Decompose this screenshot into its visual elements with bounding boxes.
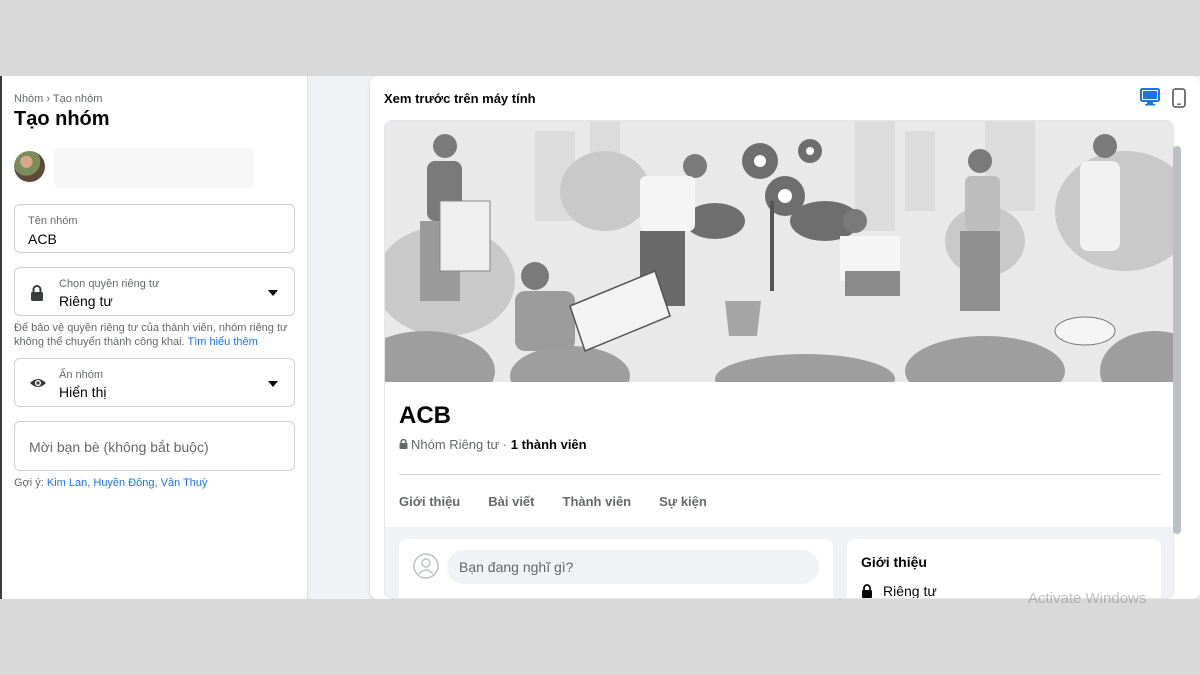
breadcrumb[interactable]: Nhóm › Tạo nhóm xyxy=(14,93,102,105)
group-name-value[interactable]: ACB xyxy=(28,231,57,247)
group-header: ACB Nhóm Riêng tư · 1 thành viên Giới th… xyxy=(385,382,1173,527)
scrollbar[interactable] xyxy=(1173,146,1181,534)
create-group-sidebar: Nhóm › Tạo nhóm Tạo nhóm Tên nhóm ACB Ch… xyxy=(2,76,308,599)
group-name-label: Tên nhóm xyxy=(28,215,78,227)
dropdown-caret-icon xyxy=(268,381,278,387)
suggestion-link[interactable]: Huyền Đông xyxy=(93,477,154,489)
desktop-preview-icon[interactable] xyxy=(1140,88,1160,111)
privacy-label: Chọn quyền riêng tư xyxy=(59,278,160,290)
invite-friends-input[interactable]: Mời bạn bè (không bắt buộc) xyxy=(14,421,295,471)
privacy-value: Riêng tư xyxy=(59,293,113,309)
member-count: 1 thành viên xyxy=(510,437,587,452)
composer-input[interactable]: Bạn đang nghĩ gì? xyxy=(447,550,819,584)
preview-title: Xem trước trên máy tính xyxy=(384,91,536,106)
eye-icon xyxy=(29,374,47,397)
activation-watermark: Activate Windows xyxy=(1028,590,1147,607)
group-privacy: Nhóm Riêng tư xyxy=(411,437,500,452)
avatar xyxy=(14,151,45,182)
suggestion-prefix: Gợi ý: xyxy=(14,477,44,489)
admin-name-placeholder xyxy=(54,148,254,188)
friend-suggestions: Gợi ý: Kim Lan, Huyền Đông, Vân Thuỳ xyxy=(14,477,208,489)
tab-events[interactable]: Sự kiện xyxy=(659,494,707,509)
group-meta: Nhóm Riêng tư · 1 thành viên xyxy=(399,437,587,452)
visibility-label: Ẩn nhóm xyxy=(59,369,104,381)
user-icon xyxy=(413,553,439,584)
tab-posts[interactable]: Bài viết xyxy=(488,494,534,509)
visibility-value: Hiển thị xyxy=(59,384,107,400)
about-privacy-text: Riêng tư xyxy=(883,583,937,599)
about-privacy: Riêng tư xyxy=(861,583,937,599)
preview-panel: Xem trước trên máy tính ACB Nhóm Riêng t… xyxy=(370,76,1200,599)
suggestion-link[interactable]: Vân Thuỳ xyxy=(161,477,208,489)
mobile-preview-icon[interactable] xyxy=(1172,88,1186,113)
group-tabs: Giới thiệu Bài viết Thành viên Sự kiện xyxy=(399,494,707,509)
cover-illustration xyxy=(385,121,1173,382)
learn-more-link[interactable]: Tìm hiểu thêm xyxy=(188,336,258,348)
group-name: ACB xyxy=(399,402,451,429)
lock-icon xyxy=(29,284,45,307)
suggestion-link[interactable]: Kim Lan xyxy=(47,477,87,489)
visibility-select[interactable]: Ẩn nhóm Hiển thị xyxy=(14,358,295,407)
app-screen: Nhóm › Tạo nhóm Tạo nhóm Tên nhóm ACB Ch… xyxy=(0,76,1200,599)
page-title: Tạo nhóm xyxy=(14,108,110,130)
invite-placeholder: Mời bạn bè (không bắt buộc) xyxy=(29,439,209,455)
lock-icon xyxy=(862,584,872,598)
dropdown-caret-icon xyxy=(268,290,278,296)
lock-icon xyxy=(399,438,408,449)
post-composer: Bạn đang nghĩ gì? xyxy=(399,539,833,598)
privacy-note: Để bảo vệ quyền riêng tư của thành viên,… xyxy=(14,321,298,349)
tab-about[interactable]: Giới thiệu xyxy=(399,494,460,509)
privacy-select[interactable]: Chọn quyền riêng tư Riêng tư xyxy=(14,267,295,316)
divider xyxy=(399,474,1161,475)
about-title: Giới thiệu xyxy=(861,554,927,570)
group-name-field[interactable]: Tên nhóm ACB xyxy=(14,204,295,253)
tab-members[interactable]: Thành viên xyxy=(563,494,632,509)
group-preview-frame: ACB Nhóm Riêng tư · 1 thành viên Giới th… xyxy=(384,120,1174,599)
